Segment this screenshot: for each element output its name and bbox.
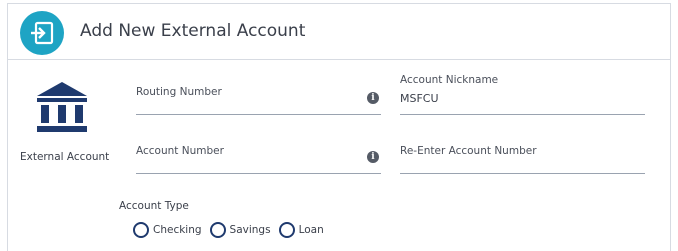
radio-savings[interactable]: Savings	[209, 222, 271, 238]
radio-checking[interactable]: Checking	[133, 222, 202, 238]
account-number-field[interactable]: Account Number i	[136, 140, 381, 174]
radio-circle[interactable]	[133, 222, 149, 238]
account-type-radio-group: Checking Savings Loan	[133, 222, 332, 238]
routing-number-label: Routing Number	[136, 86, 222, 98]
external-account-label: External Account	[20, 151, 110, 163]
radio-loan[interactable]: Loan	[278, 222, 324, 238]
bank-icon	[35, 80, 89, 140]
account-nickname-label: Account Nickname	[400, 74, 499, 86]
account-nickname-field[interactable]: Account Nickname MSFCU	[400, 73, 645, 115]
sign-in-arrow-icon	[20, 11, 64, 55]
routing-number-field[interactable]: Routing Number i	[136, 80, 381, 115]
radio-label-loan: Loan	[298, 224, 324, 236]
info-icon[interactable]: i	[367, 151, 379, 163]
card-header: Add New External Account	[8, 4, 670, 60]
reenter-account-number-field[interactable]: Re-Enter Account Number	[400, 140, 645, 174]
add-external-account-card: Add New External Account	[7, 3, 671, 251]
account-type-label: Account Type	[119, 200, 189, 212]
info-icon[interactable]: i	[367, 92, 379, 104]
account-nickname-value: MSFCU	[400, 92, 439, 105]
account-number-label: Account Number	[136, 145, 224, 157]
radio-circle[interactable]	[278, 222, 295, 238]
radio-label-checking: Checking	[153, 224, 202, 236]
reenter-account-number-label: Re-Enter Account Number	[400, 145, 537, 157]
radio-label-savings: Savings	[229, 224, 271, 236]
radio-circle[interactable]	[209, 222, 226, 238]
page-title: Add New External Account	[80, 21, 306, 41]
